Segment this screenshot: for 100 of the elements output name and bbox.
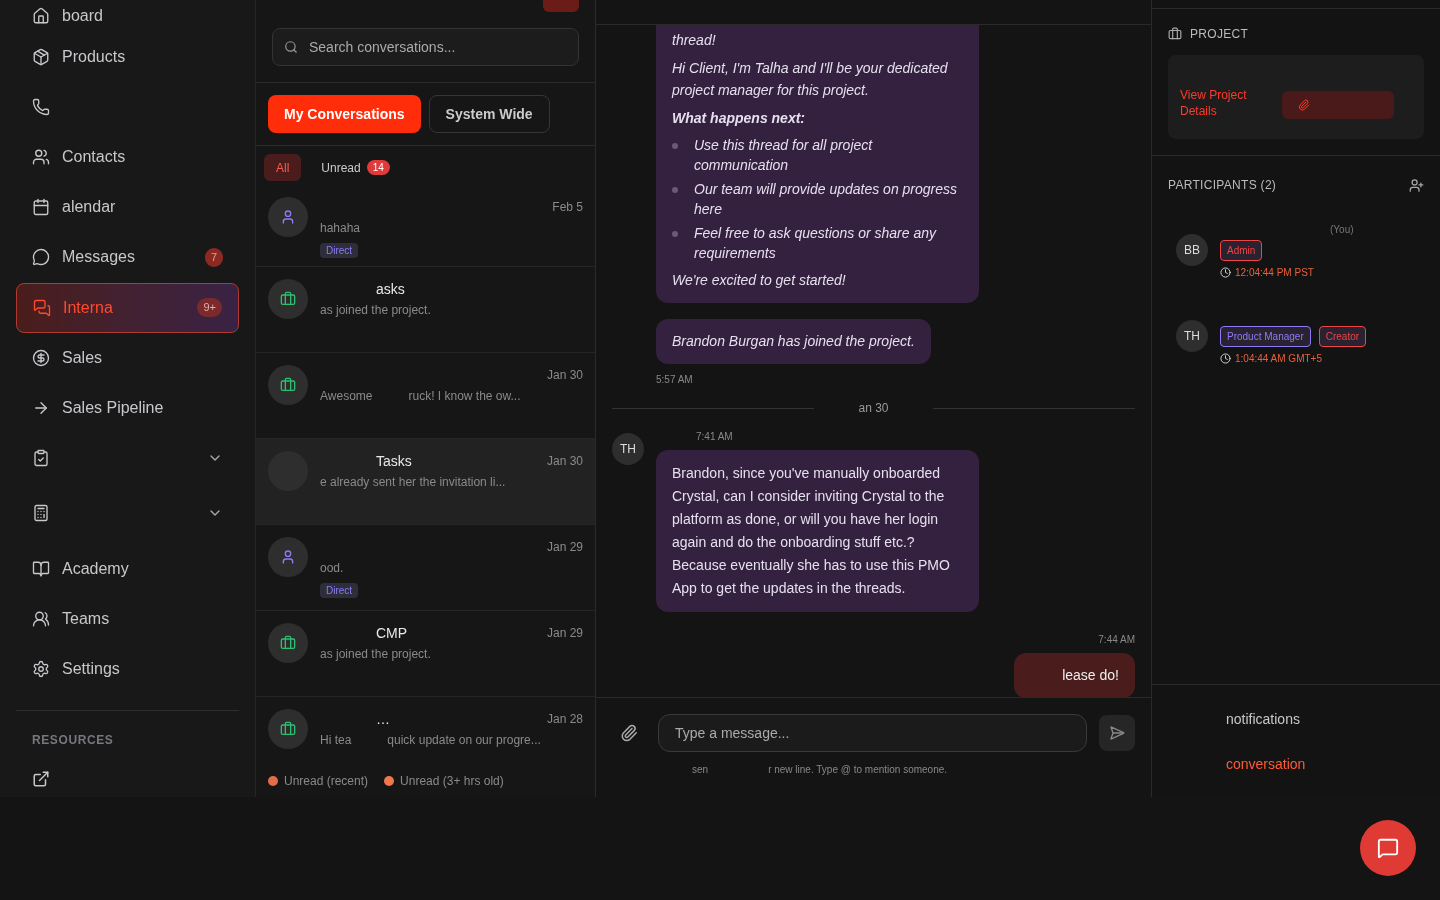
conversation-title: asks <box>375 279 405 299</box>
users-icon <box>32 610 50 628</box>
project-details-link[interactable]: View Project Details <box>1180 87 1270 119</box>
person-icon <box>280 209 296 225</box>
message-preview: Hi tea <box>320 732 352 749</box>
you-label: (You) <box>1330 223 1354 236</box>
send-icon <box>1109 725 1125 741</box>
message-time: 7:44 AM <box>1098 633 1135 647</box>
avatar: BB <box>1176 234 1208 266</box>
briefcase-icon <box>280 721 296 737</box>
nav-item[interactable]: Products <box>16 35 239 80</box>
panel-action[interactable]: conversation <box>1226 754 1440 775</box>
conversation-row[interactable]: Tasks Jan 30 e already sent her the invitation li... <box>256 439 595 525</box>
bullet-icon <box>672 231 678 237</box>
search-field[interactable]: Search conversations... <box>272 28 579 66</box>
conversation-row[interactable]: Feb 5 hahaha Direct <box>256 185 595 267</box>
role-badge: Creator <box>1318 326 1367 347</box>
local-time: 12:04:44 PM PST <box>1235 266 1314 280</box>
paperclip-icon <box>1298 99 1310 111</box>
message-bubble: Brandon, since you've manually onboarded Crystal, can I consider inviting Crystal to the platform as done, or will you have her login again and do the onboarding stuff etc.? Because eventually she has to use this PMO App to get the updates in the threads. <box>656 450 979 612</box>
list-item-text: Our team will provide updates on progress here <box>694 180 959 219</box>
role-badge: Admin <box>1220 240 1263 261</box>
phone-icon <box>32 98 50 117</box>
nav-item[interactable]: Settings <box>16 647 239 692</box>
search-icon <box>284 40 298 54</box>
conversation-title: … <box>375 709 390 729</box>
calculator-icon <box>32 504 50 523</box>
briefcase-icon <box>280 291 296 307</box>
home-icon <box>32 7 50 25</box>
filter-chip[interactable]: All <box>264 154 302 181</box>
message-preview: Awesome <box>320 388 373 405</box>
conversation-title: CMP <box>375 623 408 643</box>
message-preview: ruck! I know the ow... <box>408 388 521 405</box>
message-preview: hahaha <box>320 220 361 237</box>
external-link-icon[interactable] <box>32 770 50 789</box>
contacts-icon <box>32 148 50 167</box>
briefcase-icon <box>1168 27 1182 41</box>
message-preview: as joined the project. <box>320 302 431 319</box>
list-item-text: Use this thread for all project communication <box>694 136 874 175</box>
message-heading: What happens next: <box>672 109 806 128</box>
role-badge: Product Manager <box>1220 326 1311 347</box>
nav-item[interactable]: Sales Pipeline <box>16 385 239 430</box>
bullet-icon <box>672 143 678 149</box>
conversation-date: Jan 29 <box>546 539 583 556</box>
composer-hint: sen <box>692 763 709 777</box>
conversation-date: Jan 29 <box>546 625 583 642</box>
send-button[interactable] <box>1099 715 1135 751</box>
nav-item[interactable]: alendar <box>16 185 239 230</box>
message-time: 7:41 AM <box>695 430 734 444</box>
conversation-row[interactable]: Jan 29 ood. Direct <box>256 525 595 611</box>
composer-hint: r new line. Type @ to mention someone. <box>768 763 948 777</box>
clock-icon <box>1220 267 1231 278</box>
message-time: 5:57 AM <box>656 373 694 387</box>
section-title: PROJECT <box>1190 26 1249 43</box>
legend-label: Unread (recent) <box>284 773 369 790</box>
message-preview: as joined the project. <box>320 646 431 663</box>
count-badge: 7 <box>204 248 223 267</box>
clipboard-icon <box>32 448 50 467</box>
conversation-row[interactable]: CMP Jan 29 as joined the project. <box>256 611 595 697</box>
nav-item[interactable]: board <box>16 0 239 38</box>
conversation-row[interactable]: asks as joined the project. <box>256 267 595 353</box>
avatar: TH <box>1176 320 1208 352</box>
conversation-row[interactable]: … Jan 28 Hi tea quick update on our progre... <box>256 697 595 765</box>
count-badge: 9+ <box>197 298 222 317</box>
message-input[interactable]: Type a message... <box>658 714 1087 752</box>
book-icon <box>32 559 50 578</box>
add-user-icon[interactable] <box>1409 177 1424 193</box>
paperclip-icon[interactable] <box>620 724 638 742</box>
section-title: PARTICIPANTS (2) <box>1168 177 1277 194</box>
direct-tag: Direct <box>320 583 359 598</box>
tab[interactable]: My Conversations <box>268 95 421 133</box>
message-text: We're excited to get started! <box>672 271 847 290</box>
briefcase-icon <box>280 377 296 393</box>
nav-item[interactable]: Teams <box>16 597 239 641</box>
message-bubble: Brandon Burgan has joined the project. <box>656 319 931 364</box>
message-preview: e already sent her the invitation li... <box>320 474 506 491</box>
legend-label: Unread (3+ hrs old) <box>400 773 504 790</box>
section-title: RESOURCES <box>31 732 115 750</box>
clock-icon <box>1220 353 1231 364</box>
filter-chip[interactable]: Unread 14 <box>309 154 402 181</box>
panel-action[interactable]: notifications <box>1226 709 1440 730</box>
chat-icon <box>1377 837 1399 859</box>
tab[interactable]: System Wide <box>428 95 550 133</box>
person-icon <box>280 549 296 565</box>
chat-bubble-icon <box>32 248 50 267</box>
nav-item[interactable]: Sales <box>16 335 239 380</box>
nav-item[interactable]: Contacts <box>16 135 239 180</box>
message-text: thread! <box>672 31 717 50</box>
list-item-text: Feel free to ask questions or share any requirements <box>694 224 938 263</box>
message-preview: ood. <box>320 560 344 577</box>
calendar-icon <box>32 198 50 217</box>
box-icon <box>32 48 50 67</box>
local-time: 1:04:44 AM GMT+5 <box>1235 352 1322 366</box>
nav-item[interactable]: Messages 7 <box>16 235 239 280</box>
nav-item[interactable]: Academy <box>16 546 239 591</box>
message-text: Hi Client, I'm Talha and I'll be your dedicated project manager for this project. <box>672 59 949 100</box>
nav-item[interactable]: Interna 9+ <box>16 282 239 333</box>
conversation-title: Tasks <box>375 451 412 471</box>
briefcase-icon <box>280 635 296 651</box>
chat-bubbles-icon <box>33 298 51 317</box>
